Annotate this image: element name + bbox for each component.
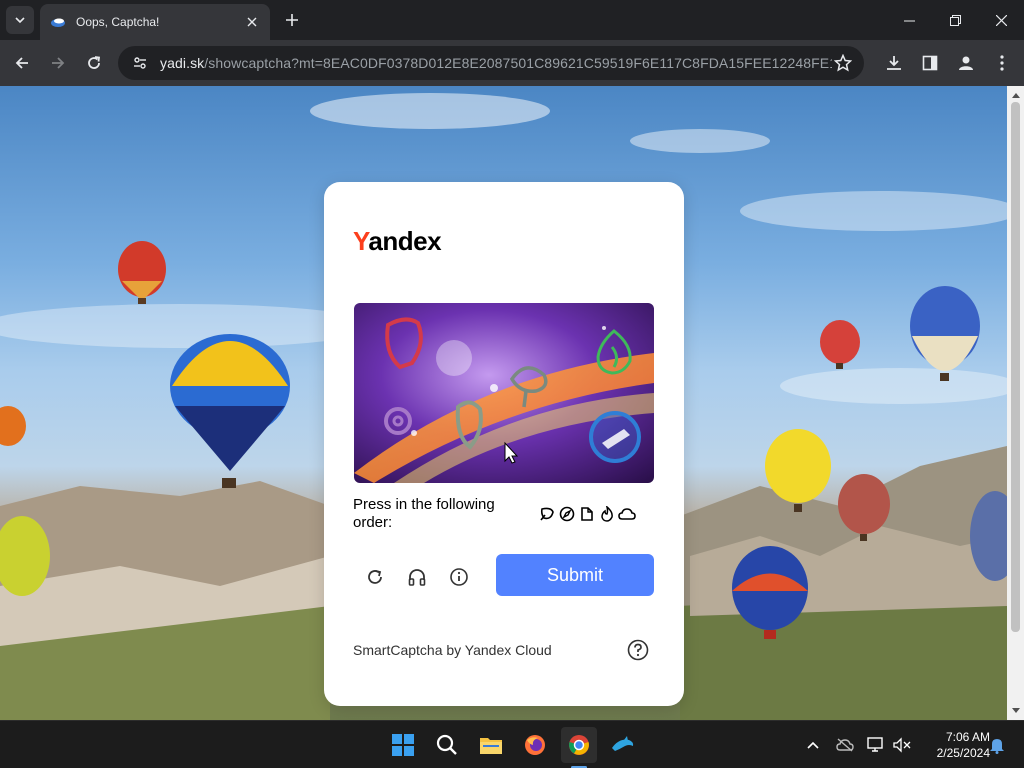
menu-button[interactable] [988,49,1016,77]
chrome-icon [569,735,589,755]
file-explorer-button[interactable] [473,727,509,763]
search-button[interactable] [429,727,465,763]
yandex-logo-y: Y [353,226,369,256]
dolphin-app-button[interactable] [605,727,641,763]
yandex-logo-rest: andex [368,226,442,256]
chevron-up-icon [807,741,819,749]
chevron-down-icon [15,17,25,24]
downloads-button[interactable] [880,49,908,77]
info-icon [450,568,468,586]
help-button[interactable] [626,638,650,662]
scrollbar-thumb[interactable] [1011,102,1020,632]
start-button[interactable] [385,727,421,763]
tab-strip: Oops, Captcha! [0,0,1024,40]
profile-icon [959,56,973,70]
new-tab-button[interactable] [280,8,304,32]
search-icon [436,734,457,755]
reload-icon [88,56,101,69]
shape-compass [589,411,641,463]
arrow-left-icon [15,57,28,69]
close-window-button[interactable] [978,0,1024,40]
leaf-outline-icon [537,504,556,524]
kebab-menu-icon [1000,55,1004,71]
minimize-icon [903,20,915,21]
page-scrollbar[interactable] [1007,86,1024,720]
clock-date: 2/25/2024 [936,746,990,760]
folder-icon [480,738,502,754]
tab-search-button[interactable] [6,6,34,34]
captcha-puzzle-canvas [354,303,654,483]
arrow-right-icon [52,57,65,69]
back-button[interactable] [8,49,36,77]
minimize-button[interactable] [886,0,932,40]
forward-button[interactable] [44,49,72,77]
windows-logo-icon [392,734,414,756]
scroll-down-icon[interactable] [1011,706,1020,715]
yandex-disk-favicon-icon [50,14,66,30]
side-panel-icon [922,55,938,71]
cloud-icon [617,504,636,524]
submit-button[interactable]: Submit [496,554,654,596]
captcha-instruction: Press in the following order: [353,496,495,531]
refresh-captcha-button[interactable] [361,563,389,591]
info-button[interactable] [445,563,473,591]
network-tray-button[interactable] [864,733,888,757]
browser-tab[interactable]: Oops, Captcha! [40,4,270,40]
reload-button[interactable] [80,49,108,77]
firefox-icon [525,735,545,755]
download-icon [887,56,901,70]
bell-icon [990,739,1004,754]
restore-icon [949,14,961,26]
volume-tray-button[interactable] [890,733,914,757]
profile-button[interactable] [952,49,980,77]
cloud-offline-icon [836,738,854,752]
show-hidden-icons-button[interactable] [801,733,825,757]
target-order-icons [537,504,637,524]
side-panel-button[interactable] [916,49,944,77]
site-settings-icon[interactable] [128,51,152,75]
captcha-image[interactable] [354,303,654,483]
plus-icon [286,14,298,26]
close-icon [995,14,1007,26]
yandex-logo: Yandex [353,226,442,257]
headphones-icon [408,569,426,586]
notifications-button[interactable] [985,733,1009,757]
refresh-icon [368,570,382,584]
audio-captcha-button[interactable] [403,563,431,591]
compass-icon [557,504,576,524]
captcha-footer: SmartCaptcha by Yandex Cloud [353,642,552,658]
taskbar-clock[interactable]: 7:06 AM 2/25/2024 [920,729,990,761]
scroll-up-icon[interactable] [1011,90,1020,99]
url-text[interactable]: yadi.sk/showcaptcha?mt=8EAC0DF0378D012E8… [160,55,832,71]
close-tab-icon[interactable] [244,14,260,30]
restore-button[interactable] [932,0,978,40]
network-monitor-icon [867,737,883,752]
captcha-card: Yandex Press in the following order: Sub… [324,182,684,706]
address-bar[interactable]: yadi.sk/showcaptcha?mt=8EAC0DF0378D012E8… [118,46,864,80]
dolphin-icon [612,736,634,751]
url-path: /showcaptcha?mt=8EAC0DF0378D012E8E208750… [204,55,832,71]
onedrive-tray-button[interactable] [833,733,857,757]
bookmark-star-icon[interactable] [832,52,854,74]
page-viewport: Yandex Press in the following order: Sub… [0,86,1007,720]
chrome-button[interactable] [561,727,597,763]
speaker-muted-icon [893,737,911,753]
flame-icon [597,504,616,524]
url-host: yadi.sk [160,55,205,71]
firefox-button[interactable] [517,727,553,763]
windows-taskbar: 7:06 AM 2/25/2024 [0,720,1024,768]
question-mark-icon [627,639,649,661]
clock-time: 7:06 AM [945,730,990,744]
document-icon [577,504,596,524]
tab-title: Oops, Captcha! [76,15,160,29]
